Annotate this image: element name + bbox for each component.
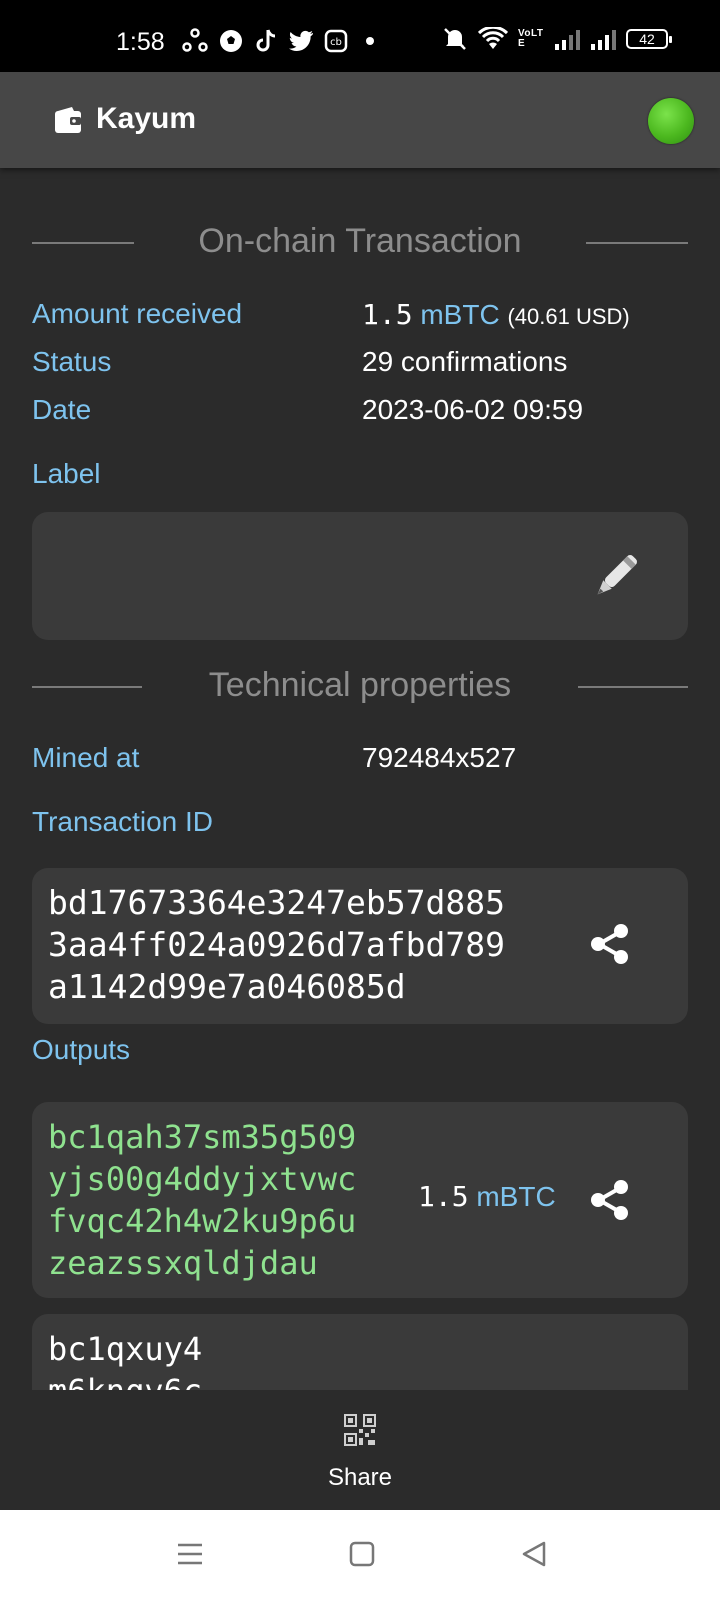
- edit-label-button[interactable]: [584, 544, 648, 608]
- output-item[interactable]: bc1qxuy4 m6knqv6c: [32, 1314, 688, 1390]
- output-address-line: m6knqv6c: [48, 1370, 202, 1390]
- bottom-action-bar: Share: [0, 1390, 720, 1510]
- date-value: 2023-06-02 09:59: [362, 394, 584, 425]
- output-address-line: fvqc42h4w2ku9p6u: [48, 1202, 357, 1240]
- date-label: Date: [32, 394, 92, 425]
- clock: 1:58: [116, 28, 165, 56]
- soccer-ball-icon: [220, 30, 242, 52]
- transaction-id-line: 3aa4ff024a0926d7afbd789: [48, 925, 505, 964]
- share-icon: [591, 1180, 628, 1220]
- system-icons: VoLTE 42: [442, 26, 672, 52]
- output-address-line: zeazssxqldjdau: [48, 1244, 318, 1282]
- transaction-id-label: Transaction ID: [32, 806, 214, 837]
- share-label: Share: [327, 1464, 393, 1491]
- transaction-id-line: a1142d99e7a046085d: [48, 967, 406, 1006]
- qr-code-icon: [344, 1414, 376, 1446]
- app-bar: Kayum: [0, 72, 720, 168]
- label-field[interactable]: [32, 512, 688, 640]
- output-amount: 1.5 mBTC: [418, 1180, 556, 1213]
- mined-at-label: Mined at: [32, 742, 140, 773]
- transaction-id-line: bd17673364e3247eb57d885: [48, 883, 505, 922]
- outputs-label: Outputs: [32, 1034, 131, 1065]
- output-item[interactable]: bc1qah37sm35g509 yjs00g4ddyjxtvwc fvqc42…: [32, 1102, 688, 1298]
- share-transaction-id-button[interactable]: [588, 922, 638, 972]
- status-label: Status: [32, 346, 112, 377]
- home-square-icon: [349, 1541, 375, 1567]
- wallet-name[interactable]: Kayum: [96, 102, 196, 136]
- label-heading: Label: [32, 458, 101, 489]
- amount-fiat: (40.61 USD): [507, 304, 630, 329]
- battery-level: 42: [639, 31, 655, 47]
- signal-icon-1: [555, 30, 580, 50]
- back-triangle-icon: [522, 1541, 546, 1567]
- status-bar: 1:58 cb VoLTE 42: [0, 0, 720, 72]
- wallet-icon: [54, 106, 82, 139]
- menu-nav-button[interactable]: [176, 1540, 204, 1568]
- coinbase-icon: cb: [324, 29, 348, 53]
- share-button[interactable]: Share: [310, 1412, 410, 1498]
- amount-value: 1.5: [362, 298, 413, 331]
- mute-icon: [444, 28, 466, 50]
- output-address-line: bc1qxuy4: [48, 1330, 203, 1368]
- output-address-line: yjs00g4ddyjxtvwc: [48, 1160, 357, 1198]
- status-value: 29 confirmations: [362, 346, 568, 377]
- mined-at-value: 792484x527: [362, 742, 517, 773]
- divider-right: [586, 242, 688, 244]
- svg-text:cb: cb: [330, 37, 342, 48]
- menu-icon: [178, 1543, 202, 1565]
- output-address-line: bc1qah37sm35g509: [48, 1118, 357, 1156]
- battery-icon: 42: [626, 29, 672, 49]
- output-amount-unit: mBTC: [476, 1181, 556, 1212]
- divider-right: [578, 686, 688, 688]
- tiktok-icon: [256, 29, 276, 52]
- amount-label: Amount received: [32, 298, 243, 329]
- amount-value-row: 1.5 mBTC (40.61 USD): [362, 298, 630, 331]
- home-nav-button[interactable]: [348, 1540, 376, 1568]
- pencil-icon: [597, 555, 637, 595]
- share-output-button[interactable]: [588, 1178, 638, 1228]
- technical-section-header: Technical properties: [32, 666, 688, 706]
- twitter-icon: [289, 30, 313, 51]
- more-notifications-dot: [366, 37, 374, 45]
- signal-icon-2: [591, 30, 616, 50]
- notification-icons: cb: [182, 28, 374, 54]
- transaction-id-box[interactable]: bd17673364e3247eb57d885 3aa4ff024a0926d7…: [32, 868, 688, 1024]
- system-navigation-bar: [0, 1510, 720, 1600]
- onchain-section-header: On-chain Transaction: [32, 222, 688, 262]
- wifi-icon: [478, 27, 508, 49]
- recycle-icon: [182, 28, 208, 52]
- connection-status-indicator[interactable]: [648, 98, 694, 144]
- output-amount-value: 1.5: [418, 1180, 469, 1213]
- transaction-details[interactable]: On-chain Transaction Amount received 1.5…: [0, 168, 720, 1390]
- volte-indicator: VoLTE: [518, 28, 544, 49]
- back-nav-button[interactable]: [520, 1540, 548, 1568]
- share-icon: [591, 924, 628, 964]
- amount-unit: mBTC: [420, 299, 500, 330]
